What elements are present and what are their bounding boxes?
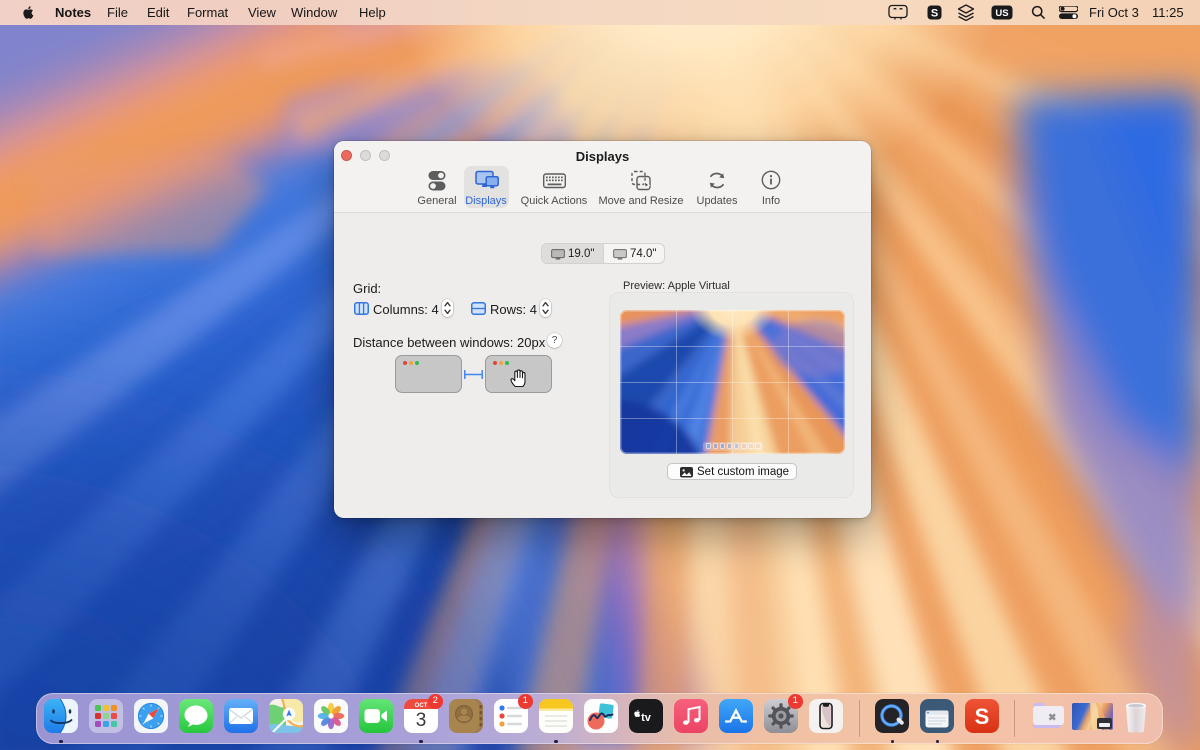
svg-text:OCT: OCT	[415, 702, 428, 708]
svg-text:3: 3	[416, 710, 427, 731]
svg-text:S: S	[931, 8, 938, 20]
svg-text:S: S	[975, 704, 990, 729]
svg-text:tv: tv	[641, 712, 652, 724]
svg-text:US: US	[995, 8, 1008, 19]
